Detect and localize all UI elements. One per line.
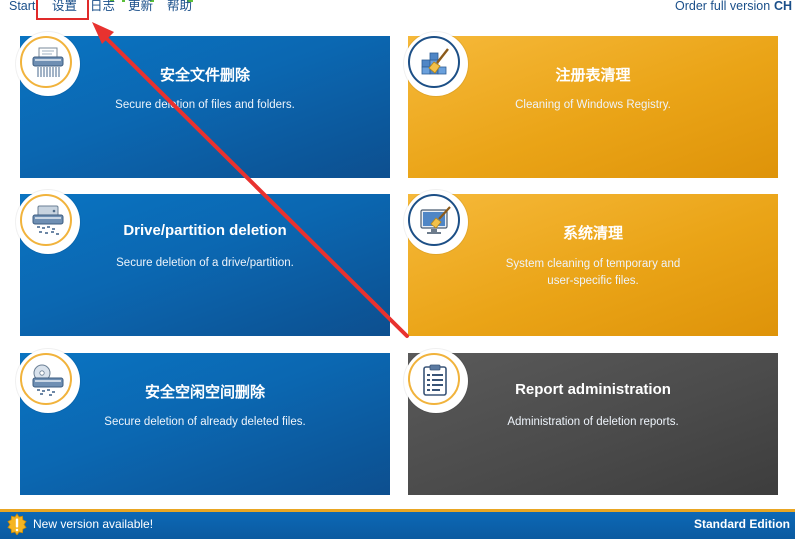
clipboard-report-icon (423, 364, 447, 396)
tile-description: Cleaning of Windows Registry. (515, 99, 671, 111)
tile-description: Secure deletion of already deleted files… (104, 416, 306, 428)
decoration-speck (122, 0, 125, 2)
tile-badge (404, 349, 468, 413)
tile-secure-file-deletion[interactable]: 安全文件删除 Secure deletion of files and fold… (16, 32, 390, 178)
menu-bar: Start 设置 日志 更新 帮助 Order full version CH (0, 0, 795, 16)
tile-report-administration[interactable]: Report administration Administration of … (404, 349, 778, 495)
menu-start[interactable]: Start (9, 0, 35, 14)
tile-system-cleaning[interactable]: 系统清理 System cleaning of temporary and us… (404, 190, 778, 336)
language-switch[interactable]: CH (774, 0, 792, 14)
tile-badge (16, 32, 80, 96)
tile-description-line-2: user-specific files. (547, 275, 639, 287)
monitor-cleaning-icon (420, 206, 451, 234)
shredder-icon (32, 47, 64, 77)
tile-description: System cleaning of temporary and user-sp… (408, 256, 778, 290)
tile-badge (404, 190, 468, 254)
annotation-highlight-box (36, 0, 89, 20)
tile-badge (16, 190, 80, 254)
tile-badge (16, 349, 80, 413)
tile-description: Secure deletion of files and folders. (115, 99, 295, 111)
tile-description: Administration of deletion reports. (507, 416, 679, 428)
status-bar: New version available! Standard Edition (0, 509, 795, 539)
menu-update[interactable]: 更新 (128, 0, 153, 14)
menu-help[interactable]: 帮助 (167, 0, 192, 14)
tile-badge (404, 32, 468, 96)
order-full-version-link[interactable]: Order full version (675, 0, 770, 14)
disk-shredder-icon (32, 364, 64, 396)
status-bar-accent-line (0, 509, 795, 512)
drive-shredder-icon (32, 205, 64, 235)
tile-drive-partition-deletion[interactable]: Drive/partition deletion Secure deletion… (16, 190, 390, 336)
tile-description-line-1: System cleaning of temporary and (505, 258, 681, 270)
tile-registry-cleaning[interactable]: 注册表清理 Cleaning of Windows Registry. (404, 32, 778, 178)
update-alert-icon[interactable] (7, 513, 27, 535)
edition-label: Standard Edition (694, 517, 790, 531)
new-version-message[interactable]: New version available! (33, 517, 153, 531)
tile-description: Secure deletion of a drive/partition. (116, 257, 294, 269)
registry-cleaning-icon (421, 48, 449, 75)
tile-free-space-deletion[interactable]: 安全空闲空间删除 Secure deletion of already dele… (16, 349, 390, 495)
menu-log[interactable]: 日志 (90, 0, 115, 14)
